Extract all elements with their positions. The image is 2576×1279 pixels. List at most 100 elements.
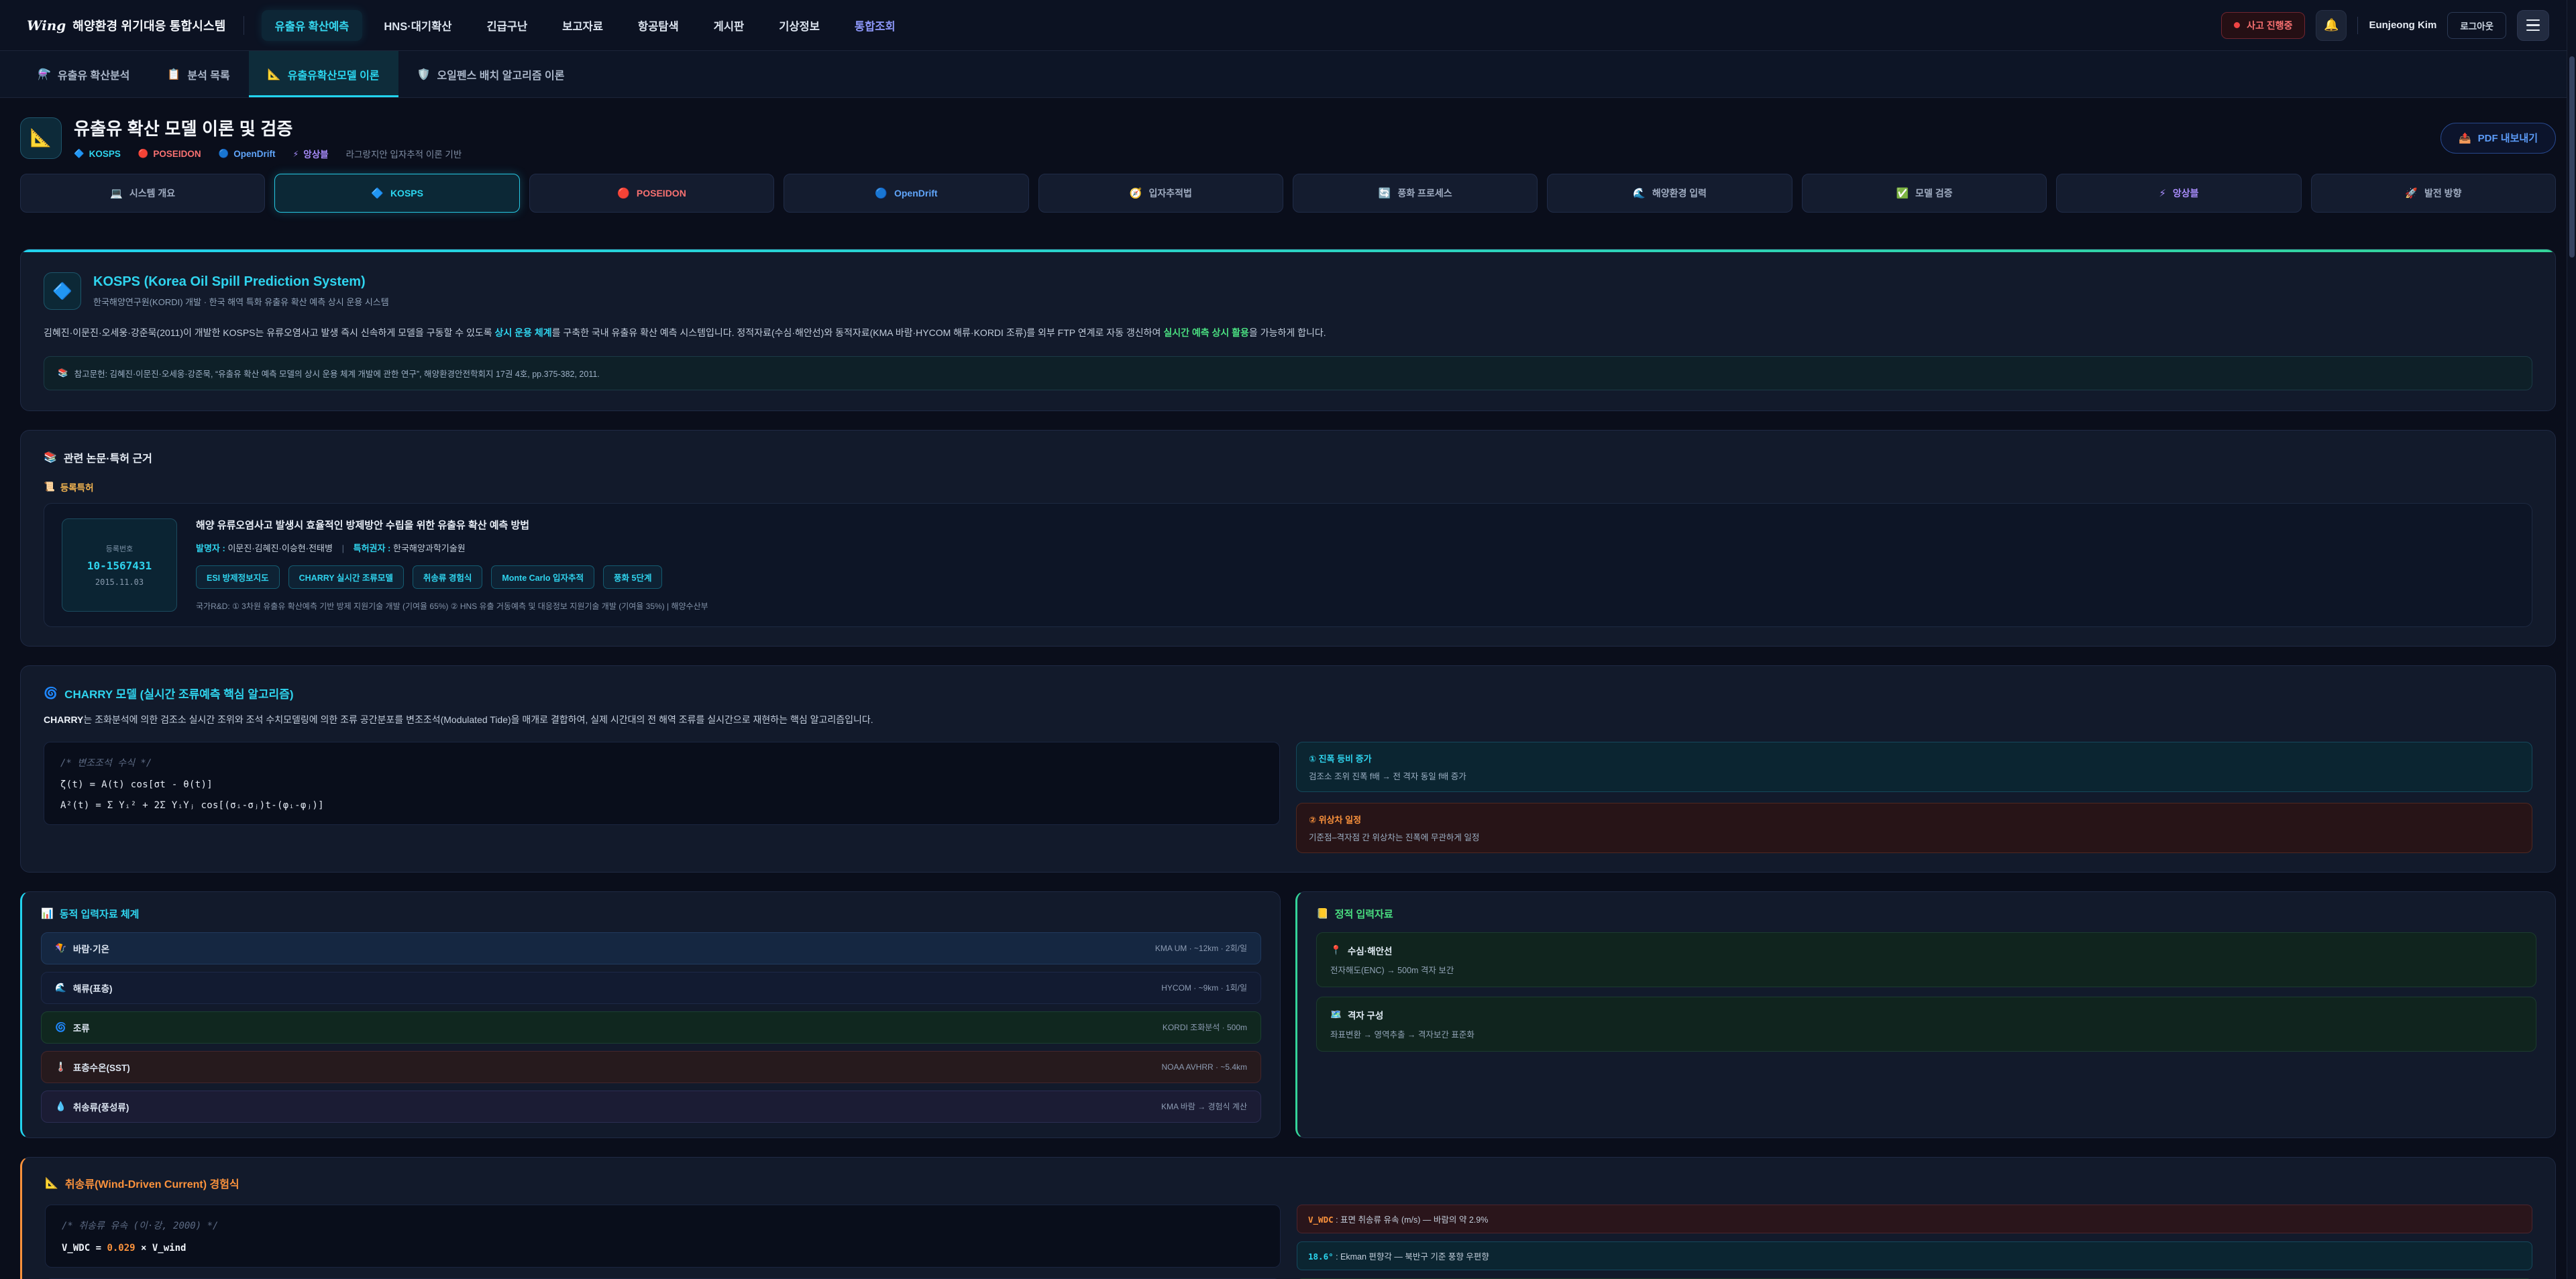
holder-label: 특허권자 : <box>354 543 391 553</box>
patent-holder: 한국해양과학기술원 <box>393 543 466 553</box>
section-pill-opendrift[interactable]: 🔵 OpenDrift <box>784 174 1028 213</box>
page-icon-box: 📐 <box>20 117 62 159</box>
blue-diamond-icon: 🔷 <box>371 187 384 199</box>
blue-circle-icon: 🔵 <box>875 187 888 199</box>
tab-spill-analysis[interactable]: ⚗️ 유출유 확산분석 <box>19 51 148 97</box>
page-subtitle: 라그랑지안 입자추적 이론 기반 <box>346 147 462 160</box>
badge-ensemble: ⚡ 앙상블 <box>293 147 329 160</box>
formula-line: A²(t) = Σ Yᵢ² + 2Σ YᵢYⱼ cos[(σᵢ-σⱼ)t-(φᵢ… <box>60 800 1263 811</box>
lightning-icon: ⚡ <box>2159 187 2166 199</box>
blue-diamond-icon: 🔷 <box>74 149 85 159</box>
charry-columns: /* 변조조석 수식 */ ζ(t) = A(t) cos[σt - θ(t)]… <box>44 742 2532 853</box>
section-pill-weathering-process[interactable]: 🔄 풍화 프로세스 <box>1293 174 1538 213</box>
patent-item: 등록번호 10-1567431 2015.11.03 해양 유류오염사고 발생시… <box>44 503 2532 627</box>
nav-aerial-search[interactable]: 항공탐색 <box>625 10 692 41</box>
status-dot-icon <box>2234 22 2240 28</box>
tab-analysis-list[interactable]: 📋 분석 목록 <box>148 51 248 97</box>
notifications-button[interactable]: 🔔 <box>2316 10 2347 41</box>
row-grid-composition: 🗺️격자 구성 좌표변환 → 영역추출 → 격자보간 표준화 <box>1316 997 2536 1052</box>
pdf-export-button[interactable]: 📤 PDF 내보내기 <box>2440 123 2556 154</box>
patent-tag: Monte Carlo 입자추적 <box>491 565 594 589</box>
bell-icon: 🔔 <box>2324 18 2339 32</box>
scrollbar-thumb[interactable] <box>2569 56 2575 258</box>
page-header: 📐 유출유 확산 모델 이론 및 검증 🔷 KOSPS 🔴 POSEIDON 🔵… <box>0 98 2576 160</box>
kosps-overview-card: 🔷 KOSPS (Korea Oil Spill Prediction Syst… <box>20 249 2556 411</box>
compass-icon: 🧭 <box>1130 187 1142 199</box>
nav-board[interactable]: 게시판 <box>700 10 758 41</box>
section-pill-kosps[interactable]: 🔷 KOSPS <box>274 174 519 213</box>
laptop-icon: 💻 <box>110 187 123 199</box>
kosps-card-header: 🔷 KOSPS (Korea Oil Spill Prediction Syst… <box>44 272 2532 310</box>
row-source-value: KMA UM · ~12km · 2회/일 <box>1155 942 1247 954</box>
nav-emergency-rescue[interactable]: 긴급구난 <box>473 10 541 41</box>
reference-text: 참고문헌: 김혜진·이문진·오세웅·강준묵, “유출유 확산 예측 모델의 상시… <box>74 367 600 380</box>
books-icon: 📚 <box>44 451 57 464</box>
cycle-arrows-icon: 🔄 <box>1379 187 1391 199</box>
badge-poseidon: 🔴 POSEIDON <box>138 149 201 159</box>
tab-diffusion-model-theory[interactable]: 📐 유출유확산모델 이론 <box>249 51 398 97</box>
coefficient-value: 0.029 <box>107 1243 135 1254</box>
page-scrollbar[interactable] <box>2567 0 2576 1279</box>
nav-integrated-search[interactable]: 통합조회 <box>841 10 909 41</box>
badge-kosps: 🔷 KOSPS <box>74 149 121 159</box>
section-pill-system-overview[interactable]: 💻 시스템 개요 <box>20 174 265 213</box>
patent-detail: 해양 유류오염사고 발생시 효율적인 방제방안 수립을 위한 유출유 확산 예측… <box>196 518 708 612</box>
patent-tag: 취송류 경험식 <box>413 565 482 589</box>
inventors: 이문진·김혜진·이승현·전태병 <box>227 543 333 553</box>
formula-line: ζ(t) = A(t) cos[σt - θ(t)] <box>60 779 1263 790</box>
charry-description: CHARRY는 조화분석에 의한 검조소 실시간 조위와 조석 수치모델링에 의… <box>44 712 2532 728</box>
top-right-cluster: 사고 진행중 🔔 Eunjeong Kim 로그아웃 <box>2221 10 2549 41</box>
nav-hns-atmospheric[interactable]: HNS·대기확산 <box>370 10 465 41</box>
lightning-icon: ⚡ <box>293 149 299 159</box>
section-pill-ensemble[interactable]: ⚡ 앙상블 <box>2056 174 2301 213</box>
blue-diamond-icon: 🔷 <box>52 282 72 301</box>
section-pill-marine-env-input[interactable]: 🌊 해양환경 입력 <box>1547 174 1792 213</box>
kosps-description: 김혜진·이문진·오세웅·강준묵(2011)이 개발한 KOSPS는 유류오염사고… <box>44 325 2532 341</box>
section-pill-particle-tracking[interactable]: 🧭 입자추적법 <box>1038 174 1283 213</box>
tab-label: 분석 목록 <box>187 66 229 82</box>
wdc-columns: /* 취송류 유속 (이·강, 2000) */ V_WDC = 0.029 ×… <box>45 1205 2532 1279</box>
tab-oil-fence-algorithm-theory[interactable]: 🛡️ 오일펜스 배치 알고리즘 이론 <box>398 51 584 97</box>
row-wind-temperature: 🪁바람·기온 KMA UM · ~12km · 2회/일 <box>41 932 1261 964</box>
tab-label: 유출유확산모델 이론 <box>288 66 380 82</box>
row-source-value: HYCOM · ~9km · 1회/일 <box>1161 982 1247 993</box>
input-data-section: 📊 동적 입력자료 체계 🪁바람·기온 KMA UM · ~12km · 2회/… <box>20 891 2556 1138</box>
thermometer-icon: 🌡️ <box>55 1062 66 1072</box>
page-title: 유출유 확산 모델 이론 및 검증 <box>74 115 462 140</box>
user-name: Eunjeong Kim <box>2369 19 2436 31</box>
menu-button[interactable] <box>2517 10 2549 41</box>
inventors-label: 발명자 : <box>196 543 225 553</box>
highlight-realtime-usage: 실시간 예측 상시 활용 <box>1163 327 1249 338</box>
rocket-icon: 🚀 <box>2405 187 2418 199</box>
section-pill-model-validation[interactable]: ✅ 모델 검증 <box>1802 174 2047 213</box>
main-nav: 유출유 확산예측 HNS·대기확산 긴급구난 보고자료 항공탐색 게시판 기상정… <box>262 10 909 41</box>
row-bathymetry-coastline: 📍수심·해안선 전자해도(ENC) → 500m 격자 보간 <box>1316 932 2536 987</box>
formula-line: V_WDC = 0.029 × V_wind <box>62 1243 1264 1254</box>
section-pill-future-direction[interactable]: 🚀 발전 방향 <box>2311 174 2556 213</box>
nav-oil-spill-prediction[interactable]: 유출유 확산예측 <box>262 10 363 41</box>
reference-box: 📚 참고문헌: 김혜진·이문진·오세웅·강준묵, “유출유 확산 예측 모델의 … <box>44 356 2532 390</box>
patent-tag: 풍화 5단계 <box>603 565 662 589</box>
logout-button[interactable]: 로그아웃 <box>2447 12 2506 39</box>
wdc-notes-column: V_WDC : 표면 취송류 유속 (m/s) — 바람의 약 2.9% 18.… <box>1297 1205 2532 1279</box>
nav-weather-info[interactable]: 기상정보 <box>765 10 833 41</box>
static-input-rows: 📍수심·해안선 전자해도(ENC) → 500m 격자 보간 🗺️격자 구성 좌… <box>1316 932 2536 1052</box>
export-icon: 📤 <box>2459 132 2471 144</box>
evidence-card: 📚 관련 논문·특허 근거 📜 등록특허 등록번호 10-1567431 201… <box>20 430 2556 647</box>
charry-heading: 🌀 CHARRY 모델 (실시간 조류예측 핵심 알고리즘) <box>44 685 2532 702</box>
app-logo[interactable]: Wing 해양환경 위기대응 통합시스템 <box>27 17 226 34</box>
pin-icon: 📍 <box>1330 945 1342 956</box>
row-surface-current: 🌊해류(표층) HYCOM · ~9km · 1회/일 <box>41 972 1261 1004</box>
patent-tags: ESI 방제정보지도 CHARRY 실시간 조류모델 취송류 경험식 Monte… <box>196 565 708 589</box>
row-source-value: KMA 바람 → 경험식 계산 <box>1161 1101 1247 1112</box>
wave-icon: 🌊 <box>1633 187 1646 199</box>
blue-circle-icon: 🔵 <box>219 149 229 159</box>
section-pill-poseidon[interactable]: 🔴 POSEIDON <box>529 174 774 213</box>
section-nav: 💻 시스템 개요 🔷 KOSPS 🔴 POSEIDON 🔵 OpenDrift … <box>20 174 2556 213</box>
national-rnd-note: 국가R&D: ① 3차원 유출유 확산예측 기반 방제 지원기술 개발 (기여율… <box>196 600 708 612</box>
nav-reports[interactable]: 보고자료 <box>549 10 616 41</box>
incident-status-label: 사고 진행중 <box>2247 19 2292 32</box>
triangular-ruler-icon: 📐 <box>268 68 281 81</box>
wdc-heading: 📐 취송류(Wind-Driven Current) 경험식 <box>45 1175 2532 1191</box>
check-mark-icon: ✅ <box>1896 187 1909 199</box>
